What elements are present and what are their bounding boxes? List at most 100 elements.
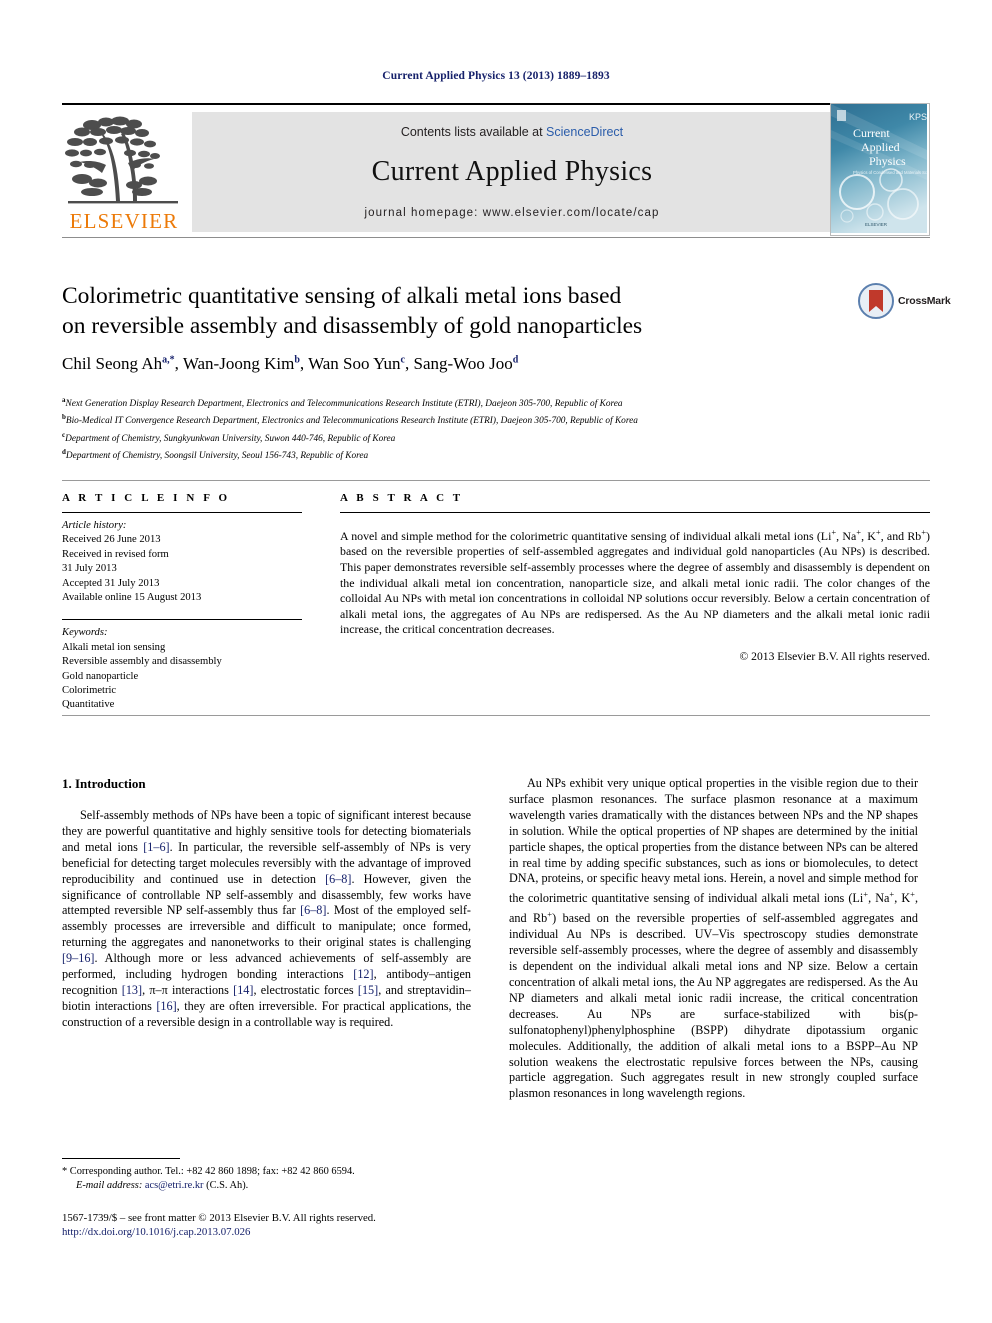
journal-title: Current Applied Physics bbox=[371, 156, 653, 187]
article-info-column: A R T I C L E I N F O Article history: R… bbox=[62, 492, 302, 713]
citation-link[interactable]: [12] bbox=[353, 967, 373, 981]
svg-text:Physics: Physics bbox=[869, 154, 906, 168]
history-item: 31 July 2013 bbox=[62, 563, 117, 575]
crossmark-label: CrossMark bbox=[898, 295, 951, 307]
affiliation-item: aNext Generation Display Research Depart… bbox=[62, 394, 862, 411]
journal-masthead: ELSEVIER Contents lists available at Sci… bbox=[62, 103, 930, 238]
keywords-rule bbox=[62, 619, 302, 621]
author-item: Wan Soo Yunc bbox=[308, 354, 405, 373]
author-item: Chil Seong Aha,* bbox=[62, 354, 175, 373]
masthead-banner: Contents lists available at ScienceDirec… bbox=[192, 112, 832, 232]
email-owner: (C.S. Ah). bbox=[206, 1180, 249, 1192]
info-abstract-bottom-rule bbox=[62, 715, 930, 716]
masthead-bottom-rule bbox=[62, 237, 930, 238]
page-title: Colorimetric quantitative sensing of alk… bbox=[62, 281, 852, 341]
author-name: Wan-Joong Kim bbox=[182, 354, 295, 373]
crossmark-icon bbox=[858, 283, 894, 319]
citation-link[interactable]: [16] bbox=[156, 999, 176, 1013]
keyword-item: Alkali metal ion sensing bbox=[62, 641, 166, 653]
title-line-1: Colorimetric quantitative sensing of alk… bbox=[62, 283, 622, 309]
affiliation-text: Next Generation Display Research Departm… bbox=[65, 399, 623, 410]
intro-paragraph-1: Self-assembly methods of NPs have been a… bbox=[62, 808, 471, 1029]
body-columns: 1. Introduction Self-assembly methods of… bbox=[62, 776, 930, 1206]
journal-article-page: Current Applied Physics 13 (2013) 1889–1… bbox=[0, 0, 992, 1323]
abstract-body: A novel and simple method for the colori… bbox=[340, 526, 931, 637]
email-label: E-mail address: bbox=[76, 1180, 143, 1192]
author-item: Wan-Joong Kimb bbox=[183, 354, 300, 373]
citation-link[interactable]: [6–8] bbox=[300, 903, 326, 917]
svg-text:Physics of Condensed and Mater: Physics of Condensed and Materials Scien… bbox=[853, 170, 927, 175]
body-column-right: Au NPs exhibit very unique optical prope… bbox=[509, 776, 918, 1102]
body-column-left: 1. Introduction Self-assembly methods of… bbox=[62, 776, 471, 1031]
article-info-rule bbox=[62, 512, 302, 513]
affiliation-item: dDepartment of Chemistry, Soongsil Unive… bbox=[62, 446, 862, 463]
email-link[interactable]: acs@etri.re.kr bbox=[145, 1180, 204, 1191]
article-history-label: Article history: bbox=[62, 520, 127, 531]
contents-available-line: Contents lists available at ScienceDirec… bbox=[192, 125, 832, 139]
history-item: Received 26 June 2013 bbox=[62, 534, 161, 546]
article-history-block: Article history: Received 26 June 2013 R… bbox=[62, 519, 302, 605]
author-affil-mark[interactable]: a,* bbox=[162, 354, 175, 365]
abstract-column: A B S T R A C T A novel and simple metho… bbox=[340, 492, 930, 663]
history-item: Received in revised form bbox=[62, 548, 169, 560]
crossmark-badge[interactable]: CrossMark bbox=[858, 281, 951, 323]
article-info-heading: A R T I C L E I N F O bbox=[62, 492, 231, 504]
journal-cover-thumbnail: KPS Current Applied Physics Physics of C… bbox=[830, 103, 930, 236]
author-list: Chil Seong Aha,*, Wan-Joong Kimb, Wan So… bbox=[62, 354, 862, 374]
author-name: Sang-Woo Joo bbox=[413, 354, 513, 373]
footnote-email-line: E-mail address: acs@etri.re.kr (C.S. Ah)… bbox=[62, 1179, 471, 1193]
svg-text:KPS: KPS bbox=[909, 112, 927, 122]
keywords-label: Keywords: bbox=[62, 627, 108, 639]
citation-link[interactable]: [1–6] bbox=[143, 840, 169, 854]
affiliation-item: bBio-Medical IT Convergence Research Dep… bbox=[62, 411, 862, 428]
author-name: Wan Soo Yun bbox=[308, 354, 401, 373]
svg-text:ELSEVIER: ELSEVIER bbox=[865, 222, 888, 227]
section-heading-introduction: 1. Introduction bbox=[62, 776, 146, 791]
abstract-rule bbox=[340, 512, 930, 513]
issn-copyright-line: 1567-1739/$ – see front matter © 2013 El… bbox=[62, 1212, 376, 1224]
sciencedirect-link[interactable]: ScienceDirect bbox=[546, 125, 623, 139]
citation-link[interactable]: [14] bbox=[233, 983, 253, 997]
affiliation-text: Bio-Medical IT Convergence Research Depa… bbox=[65, 416, 638, 427]
title-block: Colorimetric quantitative sensing of alk… bbox=[62, 281, 852, 341]
footnote-rule bbox=[62, 1158, 180, 1159]
svg-text:Applied: Applied bbox=[861, 140, 900, 154]
journal-homepage-link[interactable]: journal homepage: www.elsevier.com/locat… bbox=[192, 207, 832, 219]
author-affil-mark[interactable]: d bbox=[513, 354, 519, 365]
affiliation-item: cDepartment of Chemistry, Sungkyunkwan U… bbox=[62, 429, 862, 446]
contents-prefix: Contents lists available at bbox=[400, 125, 547, 139]
keyword-item: Quantitative bbox=[62, 699, 115, 711]
abstract-heading: A B S T R A C T bbox=[340, 492, 464, 504]
affiliation-list: aNext Generation Display Research Depart… bbox=[62, 394, 862, 463]
svg-text:Current: Current bbox=[853, 126, 890, 140]
history-item: Available online 15 August 2013 bbox=[62, 592, 202, 604]
title-line-2: on reversible assembly and disassembly o… bbox=[62, 313, 643, 339]
footnote-corresponding-line: * Corresponding author. Tel.: +82 42 860… bbox=[62, 1166, 355, 1177]
keyword-item: Gold nanoparticle bbox=[62, 670, 139, 682]
keyword-item: Reversible assembly and disassembly bbox=[62, 656, 222, 668]
history-item: Accepted 31 July 2013 bbox=[62, 577, 160, 589]
keyword-item: Colorimetric bbox=[62, 685, 117, 697]
intro-paragraph-2: Au NPs exhibit very unique optical prope… bbox=[509, 776, 918, 1101]
author-item: Sang-Woo Jood bbox=[413, 354, 518, 373]
affiliation-text: Department of Chemistry, Soongsil Univer… bbox=[65, 450, 369, 461]
info-abstract-top-rule bbox=[62, 480, 930, 481]
abstract-copyright: © 2013 Elsevier B.V. All rights reserved… bbox=[739, 650, 930, 664]
affiliation-text: Department of Chemistry, Sungkyunkwan Un… bbox=[65, 433, 396, 444]
citation-link[interactable]: [15] bbox=[358, 983, 378, 997]
author-name: Chil Seong Ah bbox=[62, 354, 163, 373]
citation-link[interactable]: [13] bbox=[122, 983, 142, 997]
doi-link[interactable]: http://dx.doi.org/10.1016/j.cap.2013.07.… bbox=[62, 1225, 532, 1239]
corresponding-author-footnote: * Corresponding author. Tel.: +82 42 860… bbox=[62, 1158, 471, 1193]
masthead-top-rule bbox=[62, 103, 930, 105]
elsevier-tree-icon bbox=[65, 116, 178, 204]
footer-copyright: 1567-1739/$ – see front matter © 2013 El… bbox=[62, 1211, 532, 1240]
keywords-block: Keywords: Alkali metal ion sensing Rever… bbox=[62, 626, 302, 712]
citation-link[interactable]: [9–16] bbox=[62, 951, 95, 965]
citation-link[interactable]: [6–8] bbox=[325, 872, 351, 886]
author-sep: , bbox=[174, 354, 183, 373]
running-head: Current Applied Physics 13 (2013) 1889–1… bbox=[382, 70, 610, 82]
journal-cover-image: KPS Current Applied Physics Physics of C… bbox=[831, 104, 929, 233]
author-sep: , bbox=[299, 354, 309, 373]
elsevier-logo: ELSEVIER bbox=[62, 113, 184, 233]
